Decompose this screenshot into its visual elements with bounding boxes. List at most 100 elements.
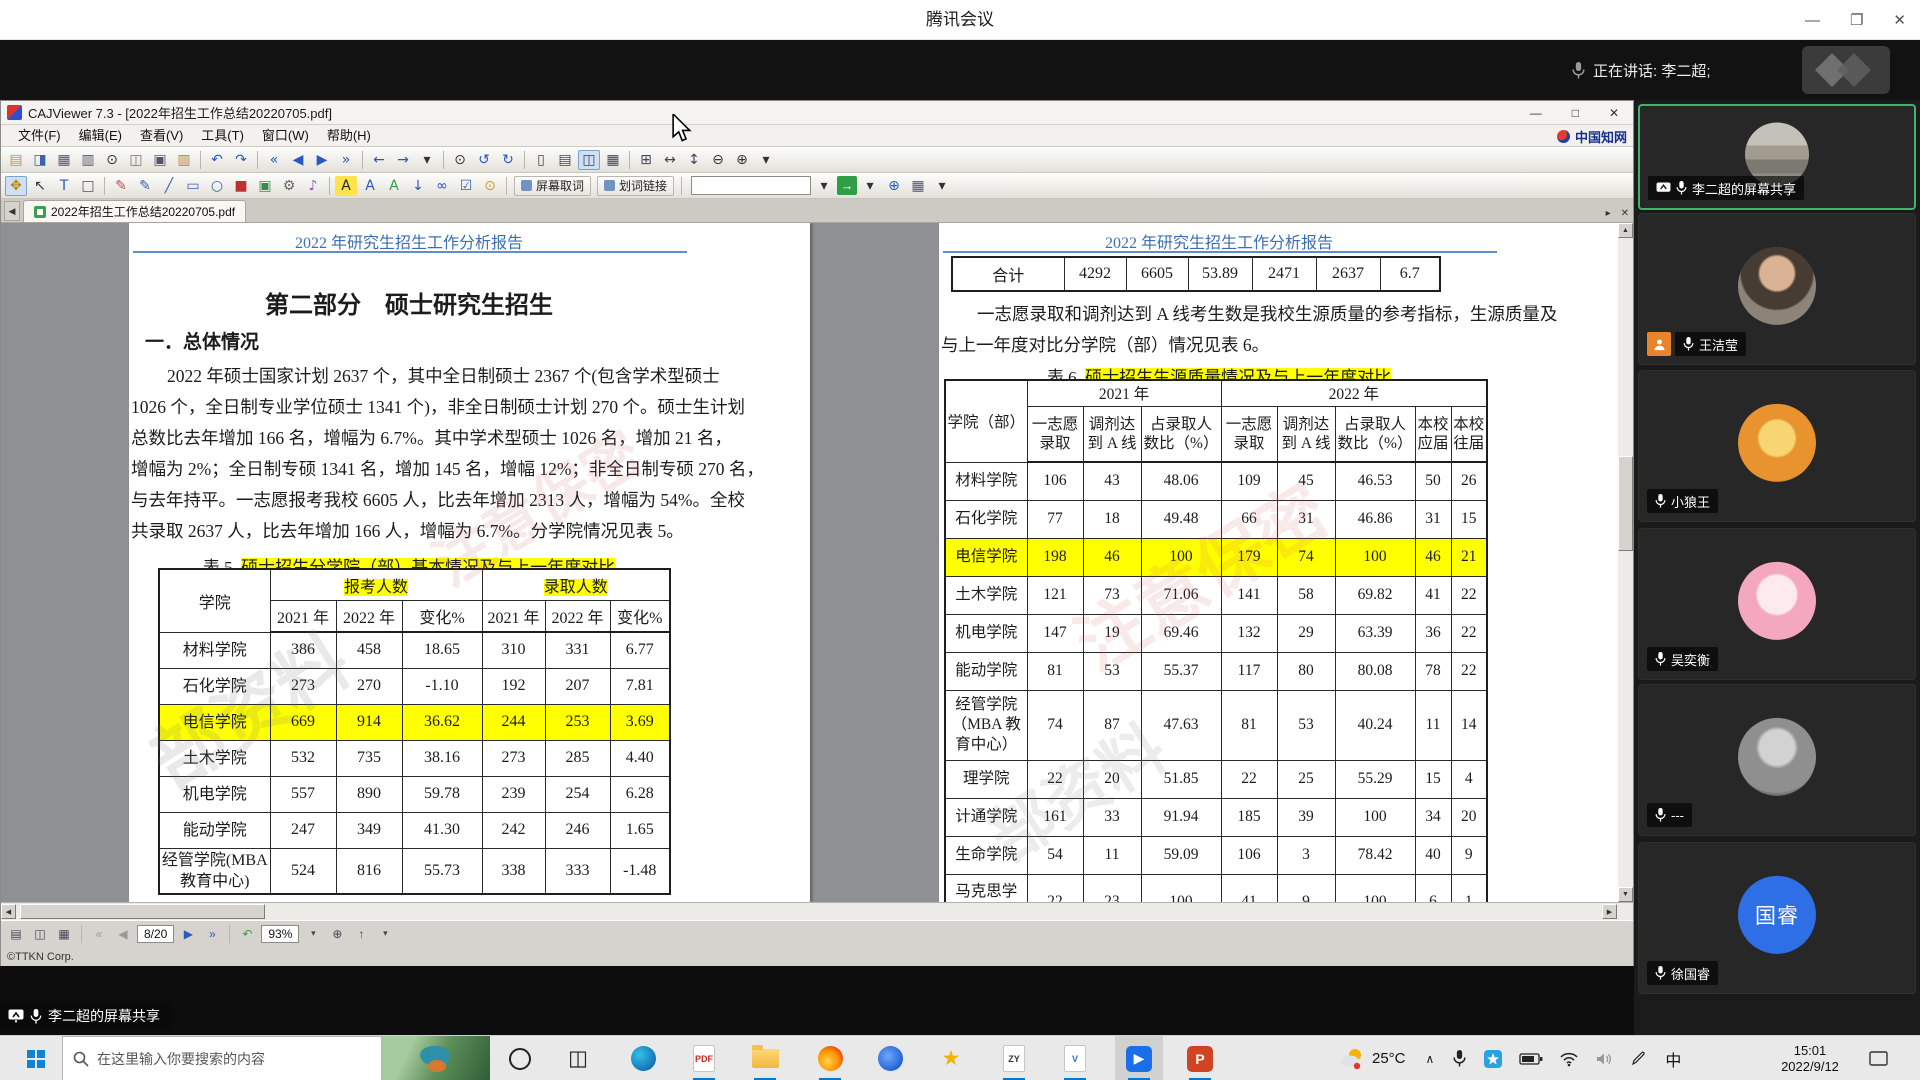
paste-icon[interactable]: ▥ <box>173 150 195 170</box>
word-link-button[interactable]: 划词链接 <box>597 176 674 196</box>
taskbar-app-powerpoint[interactable]: P <box>1176 1036 1224 1080</box>
tab-scroll-right-icon[interactable]: ▸ <box>1606 208 1611 219</box>
caret3-icon[interactable]: ▾ <box>931 176 953 196</box>
view-back-icon[interactable]: ← <box>368 150 390 170</box>
go-top-icon[interactable]: ↑ <box>351 925 371 943</box>
view-facing-continuous-icon[interactable]: ▦ <box>602 150 624 170</box>
pen-icon[interactable] <box>1622 1036 1655 1080</box>
tab-close-icon[interactable]: ✕ <box>1621 208 1629 219</box>
speaker-icon[interactable] <box>1587 1036 1622 1080</box>
web-icon[interactable]: ⊕ <box>883 176 905 196</box>
menu-item[interactable]: 文件(F) <box>9 125 70 147</box>
link-icon[interactable]: ∞ <box>431 176 453 196</box>
tray-meeting-icon[interactable] <box>1475 1036 1511 1080</box>
scroll-left-icon[interactable]: ◀ <box>1 904 16 919</box>
caj-maximize-button[interactable]: □ <box>1572 106 1579 120</box>
line-icon[interactable]: ╱ <box>158 176 180 196</box>
fit-width-icon[interactable]: ↔ <box>659 150 681 170</box>
tray-mic-icon[interactable] <box>1444 1036 1475 1080</box>
go-button[interactable]: → <box>837 176 857 195</box>
view-forward-icon[interactable]: → <box>392 150 414 170</box>
scroll-right-icon[interactable]: ▶ <box>1602 904 1617 919</box>
taskbar-app-pdf-reader[interactable]: PDF <box>680 1036 728 1080</box>
status-facing-icon[interactable]: ◫ <box>30 925 50 943</box>
page-indicator[interactable]: 8/20 <box>137 925 174 943</box>
tray-expand-icon[interactable]: ∧ <box>1416 1036 1445 1080</box>
print2-icon[interactable]: ▦ <box>907 176 929 196</box>
document-tab[interactable]: 2022年招生工作总结20220705.pdf <box>23 200 246 222</box>
print-batch-icon[interactable]: ▥ <box>77 150 99 170</box>
menu-item[interactable]: 编辑(E) <box>70 125 131 147</box>
status-first-icon[interactable]: « <box>89 925 109 943</box>
pencil-icon[interactable]: ✎ <box>110 176 132 196</box>
taskbar-app-wps-v[interactable]: V <box>1051 1036 1099 1080</box>
pen-icon[interactable]: ✎ <box>134 176 156 196</box>
scroll-down-icon[interactable]: ▼ <box>1618 887 1633 902</box>
redo-icon[interactable]: ↷ <box>230 150 252 170</box>
check-icon[interactable]: ☑ <box>455 176 477 196</box>
zoom-in-icon[interactable]: ⊕ <box>731 150 753 170</box>
sound-note-icon[interactable]: ♪ <box>302 176 324 196</box>
scroll-up-icon[interactable]: ▲ <box>1618 223 1633 238</box>
taskbar-app-firefox[interactable] <box>806 1036 854 1080</box>
vertical-scrollbar[interactable]: ▲ ▼ <box>1618 223 1633 902</box>
tip-icon[interactable]: ⊙ <box>479 176 501 196</box>
last-page-icon[interactable]: » <box>335 150 357 170</box>
caret2-icon[interactable]: ▾ <box>755 150 777 170</box>
book-icon[interactable]: ◫ <box>125 150 147 170</box>
status-continuous-icon[interactable]: ▦ <box>54 925 74 943</box>
taskbar-app-blue-browser[interactable] <box>866 1036 914 1080</box>
rectangle-icon[interactable]: ▭ <box>182 176 204 196</box>
wifi-icon[interactable] <box>1551 1036 1587 1080</box>
zoom-in-icon[interactable]: ⊕ <box>327 925 347 943</box>
notification-center-button[interactable] <box>1858 1036 1898 1080</box>
more-caret-icon[interactable]: ▾ <box>375 925 395 943</box>
undo-icon[interactable]: ↶ <box>206 150 228 170</box>
combo-caret-icon[interactable]: ▾ <box>813 176 835 196</box>
taskbar-app-task-view[interactable]: ◫ <box>554 1036 602 1080</box>
cajviewer-titlebar[interactable]: CAJViewer 7.3 - [2022年招生工作总结20220705.pdf… <box>1 101 1633 125</box>
weather-temp[interactable]: 25°C <box>1368 1036 1416 1080</box>
taskbar-app-favorites[interactable]: ★ <box>927 1036 975 1080</box>
close-button[interactable]: ✕ <box>1893 11 1906 29</box>
participant-tile[interactable]: 小狼王 <box>1638 370 1916 522</box>
first-page-icon[interactable]: « <box>263 150 285 170</box>
hand-tool-icon[interactable]: ✥ <box>5 176 27 196</box>
caj-close-button[interactable]: ✕ <box>1609 106 1619 120</box>
taskbar-app-cortana[interactable] <box>496 1036 544 1080</box>
status-prev-icon[interactable]: ◀ <box>113 925 133 943</box>
participant-tile[interactable]: 王洁莹 <box>1638 213 1916 365</box>
participant-tile[interactable]: 国睿徐国睿 <box>1638 842 1916 994</box>
taskbar-search[interactable]: 在这里输入你要搜索的内容 <box>62 1036 382 1080</box>
prev-page-icon[interactable]: ◀ <box>287 150 309 170</box>
start-button[interactable] <box>12 1036 60 1080</box>
minimize-button[interactable]: — <box>1805 12 1820 29</box>
tab-scroll-left-icon[interactable]: ◀ <box>4 201 20 221</box>
pinned-image-tile[interactable] <box>382 1036 490 1080</box>
area-select-icon[interactable]: □ <box>77 176 99 196</box>
go-caret-icon[interactable]: ▾ <box>859 176 881 196</box>
previous-view-icon[interactable]: ↶ <box>237 925 257 943</box>
taskbar-app-edge[interactable] <box>619 1036 667 1080</box>
ellipse-icon[interactable]: ○ <box>206 176 228 196</box>
find-icon[interactable]: ⊙ <box>101 150 123 170</box>
horizontal-scroll-thumb[interactable] <box>20 904 265 919</box>
text-select-icon[interactable]: T <box>53 176 75 196</box>
zoom-lens-icon[interactable]: ⊙ <box>449 150 471 170</box>
pdf-viewport[interactable]: 2022 年研究生招生工作分析报告 第二部分 硕士研究生招生 一．总体情况 20… <box>1 223 1633 902</box>
vertical-scroll-thumb[interactable] <box>1618 456 1633 551</box>
gear-icon[interactable]: ⚙ <box>278 176 300 196</box>
font-color-icon[interactable]: A <box>359 176 381 196</box>
view-single-icon[interactable]: ▯ <box>530 150 552 170</box>
zoom-out-icon[interactable]: ⊖ <box>707 150 729 170</box>
caj-minimize-button[interactable]: — <box>1530 106 1542 120</box>
ime-indicator[interactable]: 中 <box>1655 1036 1691 1080</box>
fit-height-icon[interactable]: ↕ <box>683 150 705 170</box>
highlighter-icon[interactable]: A <box>335 176 357 196</box>
note-icon[interactable]: ■ <box>230 176 252 196</box>
view-continuous-icon[interactable]: ▤ <box>554 150 576 170</box>
caret-icon[interactable]: ▾ <box>416 150 438 170</box>
screen-capture-word-button[interactable]: 屏幕取词 <box>514 176 591 196</box>
view-facing-icon[interactable]: ◫ <box>578 150 600 170</box>
taskbar-clock[interactable]: 15:01 2022/9/12 <box>1768 1036 1852 1080</box>
